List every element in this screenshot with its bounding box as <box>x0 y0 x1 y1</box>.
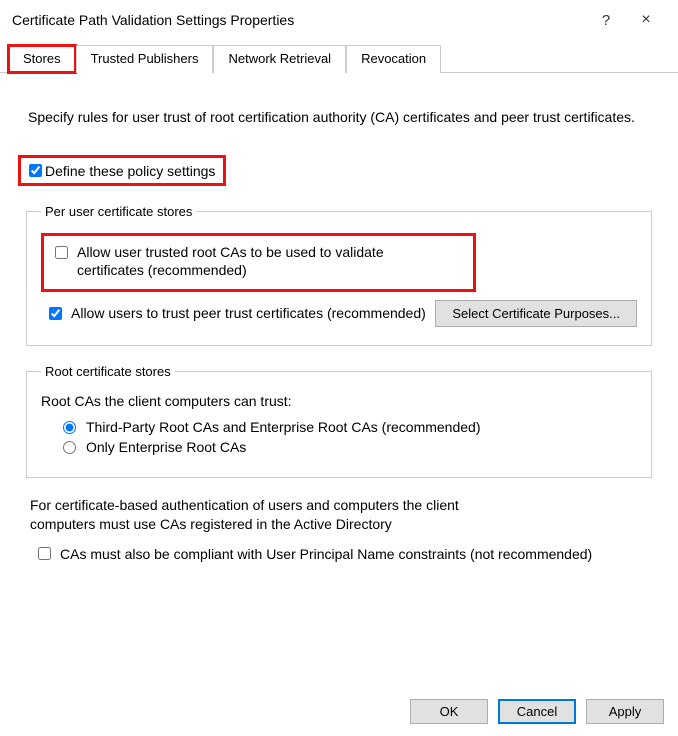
help-icon[interactable]: ? <box>586 8 626 33</box>
dialog-buttons: OK Cancel Apply <box>410 699 664 724</box>
apply-button[interactable]: Apply <box>586 699 664 724</box>
tab-strip: Stores Trusted Publishers Network Retrie… <box>0 44 678 73</box>
root-stores-desc: Root CAs the client computers can trust: <box>41 393 637 409</box>
allow-root-label: Allow user trusted root CAs to be used t… <box>77 243 437 279</box>
per-user-legend: Per user certificate stores <box>41 204 196 219</box>
radio-entonly[interactable] <box>63 441 76 454</box>
radio-entonly-label: Only Enterprise Root CAs <box>86 439 246 455</box>
ok-button[interactable]: OK <box>410 699 488 724</box>
tab-stores[interactable]: Stores <box>8 45 76 73</box>
tab-trusted-publishers[interactable]: Trusted Publishers <box>76 45 214 73</box>
intro-text: Specify rules for user trust of root cer… <box>28 109 650 125</box>
window-title: Certificate Path Validation Settings Pro… <box>12 12 586 28</box>
tab-content: Specify rules for user trust of root cer… <box>0 73 678 583</box>
radio-both-label: Third-Party Root CAs and Enterprise Root… <box>86 419 480 435</box>
close-icon[interactable]: × <box>626 7 666 33</box>
define-policy-row: Define these policy settings <box>18 155 226 186</box>
allow-peer-label: Allow users to trust peer trust certific… <box>71 304 426 322</box>
define-policy-checkbox[interactable] <box>29 164 42 177</box>
radio-both-row[interactable]: Third-Party Root CAs and Enterprise Root… <box>61 419 637 435</box>
footnote-text: For certificate-based authentication of … <box>30 496 510 534</box>
radio-entonly-row[interactable]: Only Enterprise Root CAs <box>61 439 637 455</box>
upn-label: CAs must also be compliant with User Pri… <box>60 546 592 562</box>
tab-revocation[interactable]: Revocation <box>346 45 441 73</box>
tab-network-retrieval[interactable]: Network Retrieval <box>213 45 346 73</box>
radio-both[interactable] <box>63 421 76 434</box>
per-user-group: Per user certificate stores Allow user t… <box>26 204 652 346</box>
root-stores-legend: Root certificate stores <box>41 364 175 379</box>
allow-root-row: Allow user trusted root CAs to be used t… <box>41 233 476 292</box>
allow-peer-checkbox[interactable] <box>49 307 62 320</box>
upn-checkbox[interactable] <box>38 547 51 560</box>
select-purposes-button[interactable]: Select Certificate Purposes... <box>435 300 637 327</box>
cancel-button[interactable]: Cancel <box>498 699 576 724</box>
titlebar: Certificate Path Validation Settings Pro… <box>0 0 678 36</box>
allow-peer-row: Allow users to trust peer trust certific… <box>41 300 435 327</box>
allow-root-checkbox[interactable] <box>55 246 68 259</box>
define-policy-label: Define these policy settings <box>45 163 215 179</box>
root-stores-group: Root certificate stores Root CAs the cli… <box>26 364 652 478</box>
upn-row[interactable]: CAs must also be compliant with User Pri… <box>34 544 644 563</box>
